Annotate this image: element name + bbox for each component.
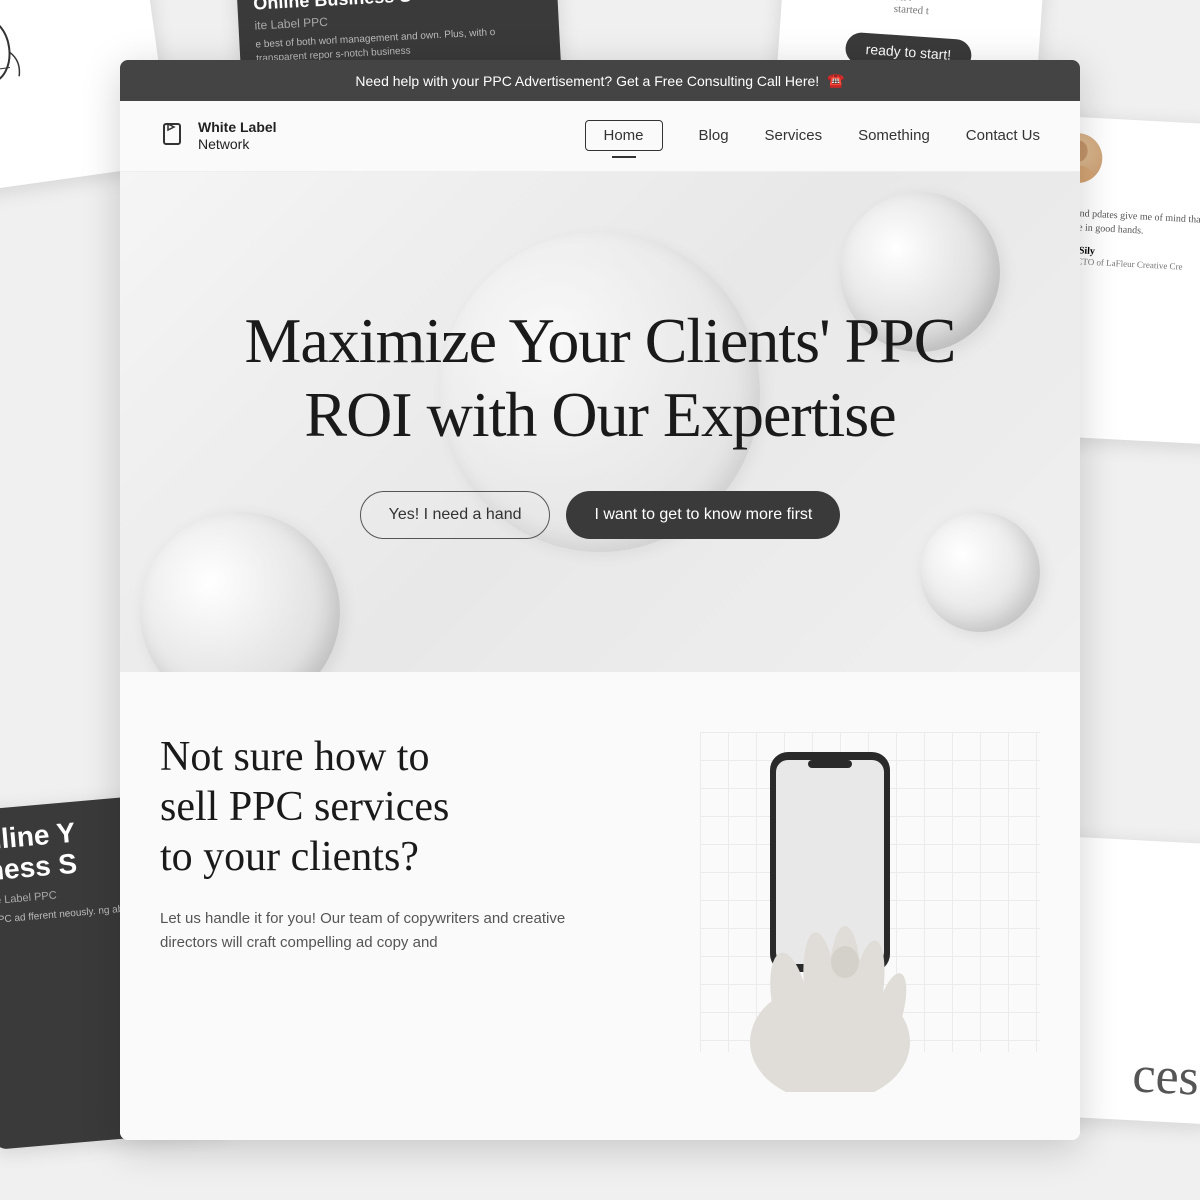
bottom-section: Not sure how to sell PPC services to you… xyxy=(120,672,1080,1140)
hero-content: Maximize Your Clients' PPC ROI with Our … xyxy=(245,304,956,539)
nav-services[interactable]: Services xyxy=(765,127,823,144)
phone-icon: ☎️ xyxy=(827,72,844,89)
announcement-text: Need help with your PPC Advertisement? G… xyxy=(355,73,819,89)
main-website: Need help with your PPC Advertisement? G… xyxy=(120,60,1080,1140)
logo[interactable]: White Label Network xyxy=(160,119,277,153)
hero-title: Maximize Your Clients' PPC ROI with Our … xyxy=(245,304,956,451)
logo-text: White Label Network xyxy=(198,119,277,153)
bottom-description: Let us handle it for you! Our team of co… xyxy=(160,907,580,955)
nav-blog[interactable]: Blog xyxy=(699,127,729,144)
bottom-title: Not sure how to sell PPC services to you… xyxy=(160,732,580,883)
yes-need-hand-button[interactable]: Yes! I need a hand xyxy=(360,491,551,539)
navbar: White Label Network Home Blog Services S… xyxy=(120,101,1080,172)
rocket-icon xyxy=(0,0,34,106)
nav-links: Home Blog Services Something Contact Us xyxy=(585,127,1041,144)
bottom-image xyxy=(620,732,1040,1097)
card-tr-label: servstarted t xyxy=(893,0,930,17)
partial-text: ces xyxy=(1131,1045,1200,1107)
hand-illustration xyxy=(690,732,970,1092)
hero-section: Maximize Your Clients' PPC ROI with Our … xyxy=(120,172,1080,672)
logo-icon xyxy=(160,122,188,150)
nav-contact[interactable]: Contact Us xyxy=(966,127,1040,144)
phone-container xyxy=(690,732,970,1097)
know-more-button[interactable]: I want to get to know more first xyxy=(566,491,840,539)
announcement-bar[interactable]: Need help with your PPC Advertisement? G… xyxy=(120,60,1080,101)
nav-something[interactable]: Something xyxy=(858,127,930,144)
nav-home[interactable]: Home xyxy=(585,127,663,144)
phone-with-hand xyxy=(690,732,970,1097)
hero-buttons: Yes! I need a hand I want to get to know… xyxy=(245,491,956,539)
bottom-text: Not sure how to sell PPC services to you… xyxy=(160,732,580,1097)
